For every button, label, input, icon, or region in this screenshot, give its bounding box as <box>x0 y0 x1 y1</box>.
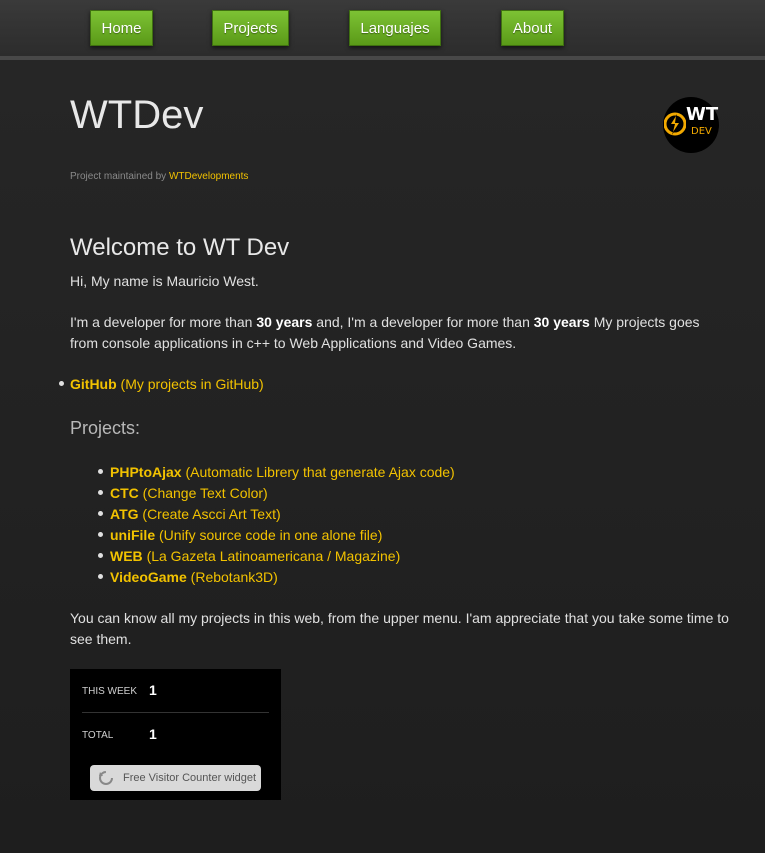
total-value: 1 <box>149 726 157 742</box>
bullet-icon <box>59 381 64 386</box>
projects-heading: Projects: <box>70 418 141 438</box>
bullet-icon <box>98 469 103 474</box>
this-week-label: THIS WEEK <box>82 686 138 697</box>
project-link-web[interactable]: WEB (La Gazeta Latinoamericana / Magazin… <box>110 546 400 567</box>
logo-text: WT <box>686 104 719 125</box>
nav-projects-button[interactable]: Projects <box>212 10 289 46</box>
site-title: WTDev <box>70 93 204 137</box>
maintained-by: Project maintained by WTDevelopments <box>70 171 248 182</box>
this-week-value: 1 <box>149 682 157 698</box>
nav-about-button[interactable]: About <box>501 10 564 46</box>
project-link-ctc[interactable]: CTC (Change Text Color) <box>110 483 268 504</box>
counter-refresh-icon <box>99 771 113 785</box>
nav-languajes-button[interactable]: Languajes <box>349 10 441 46</box>
bullet-icon <box>98 532 103 537</box>
project-link-videogame[interactable]: VideoGame (Rebotank3D) <box>110 567 278 588</box>
github-link[interactable]: GitHub (My projects in GitHub) <box>70 374 264 395</box>
free-counter-badge[interactable]: Free Visitor Counter widget <box>90 765 261 791</box>
project-link-unifile[interactable]: uniFile (Unify source code in one alone … <box>110 525 382 546</box>
maintained-prefix: Project maintained by <box>70 171 167 182</box>
bullet-icon <box>98 553 103 558</box>
top-nav-bar: Home Projects Languajes About <box>0 0 765 60</box>
counter-badge-text: Free Visitor Counter widget <box>123 772 257 784</box>
outro-text: You can know all my projects in this web… <box>70 610 729 647</box>
lightning-bolt-icon <box>664 112 686 136</box>
bullet-icon <box>98 490 103 495</box>
maintainer-link[interactable]: WTDevelopments <box>169 171 248 182</box>
total-label: TOTAL <box>82 730 114 741</box>
about-paragraph: I'm a developer for more than 30 years a… <box>70 314 700 351</box>
project-link-phptoajax[interactable]: PHPtoAjax (Automatic Librery that genera… <box>110 462 455 483</box>
logo-subtext: DEV <box>691 126 712 137</box>
project-link-atg[interactable]: ATG (Create Ascci Art Text) <box>110 504 281 525</box>
nav-home-button[interactable]: Home <box>90 10 153 46</box>
bullet-icon <box>98 511 103 516</box>
counter-divider <box>82 712 269 713</box>
intro-text: Hi, My name is Mauricio West. <box>70 273 259 289</box>
bullet-icon <box>98 574 103 579</box>
welcome-heading: Welcome to WT Dev <box>70 234 290 261</box>
visitor-counter-widget: THIS WEEK 1 TOTAL 1 Free Visitor Counter… <box>70 669 281 800</box>
